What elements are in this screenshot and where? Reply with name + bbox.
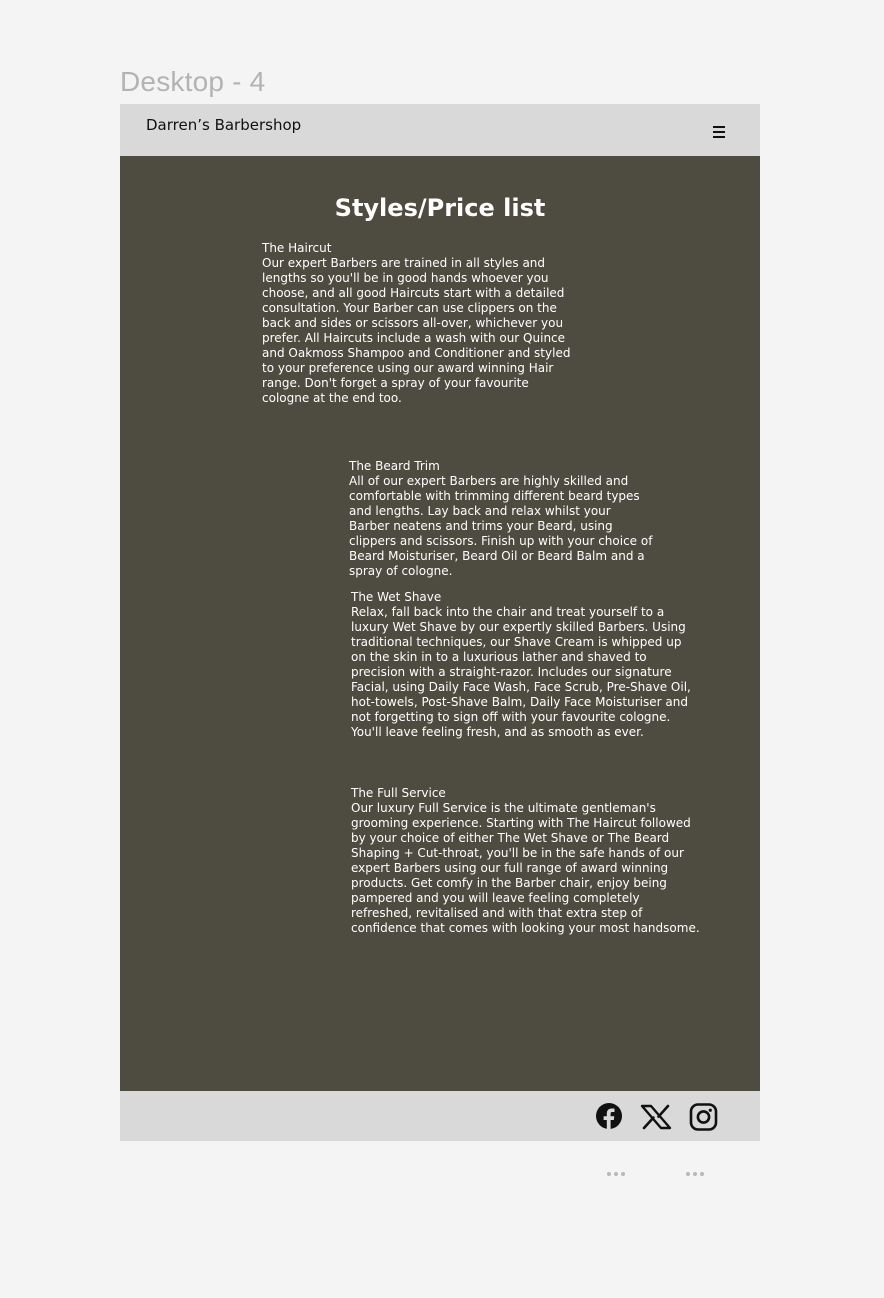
hamburger-menu-icon[interactable] (706, 121, 732, 143)
service-full-service: The Full Service Our luxury Full Service… (351, 786, 701, 936)
frame-label[interactable]: Desktop - 4 (120, 66, 265, 98)
site-footer (120, 1091, 760, 1141)
facebook-icon[interactable] (594, 1103, 626, 1131)
x-twitter-icon[interactable] (640, 1103, 672, 1131)
site-header: Darren’s Barbershop (120, 104, 760, 156)
service-title: The Haircut (262, 241, 332, 255)
menu-line (713, 126, 725, 128)
service-description: Relax, fall back into the chair and trea… (351, 605, 691, 739)
service-haircut: The Haircut Our expert Barbers are train… (262, 241, 572, 406)
more-options-icon[interactable] (607, 1170, 629, 1178)
design-canvas: Desktop - 4 Darren’s Barbershop Styles/P… (0, 0, 884, 1298)
service-description: Our luxury Full Service is the ultimate … (351, 801, 700, 935)
service-description: Our expert Barbers are trained in all st… (262, 256, 571, 405)
service-beard-trim: The Beard Trim All of our expert Barbers… (349, 459, 654, 579)
menu-line (713, 131, 725, 133)
page-title: Styles/Price list (334, 194, 546, 222)
service-title: The Beard Trim (349, 459, 440, 473)
menu-line (713, 136, 725, 138)
more-options-icon[interactable] (686, 1170, 708, 1178)
service-title: The Full Service (351, 786, 446, 800)
instagram-icon[interactable] (688, 1103, 720, 1131)
service-title: The Wet Shave (351, 590, 442, 604)
desktop-frame: Darren’s Barbershop Styles/Price list Th… (120, 104, 760, 1141)
service-description: All of our expert Barbers are highly ski… (349, 474, 653, 578)
brand-name[interactable]: Darren’s Barbershop (146, 116, 301, 134)
service-wet-shave: The Wet Shave Relax, fall back into the … (351, 590, 691, 740)
